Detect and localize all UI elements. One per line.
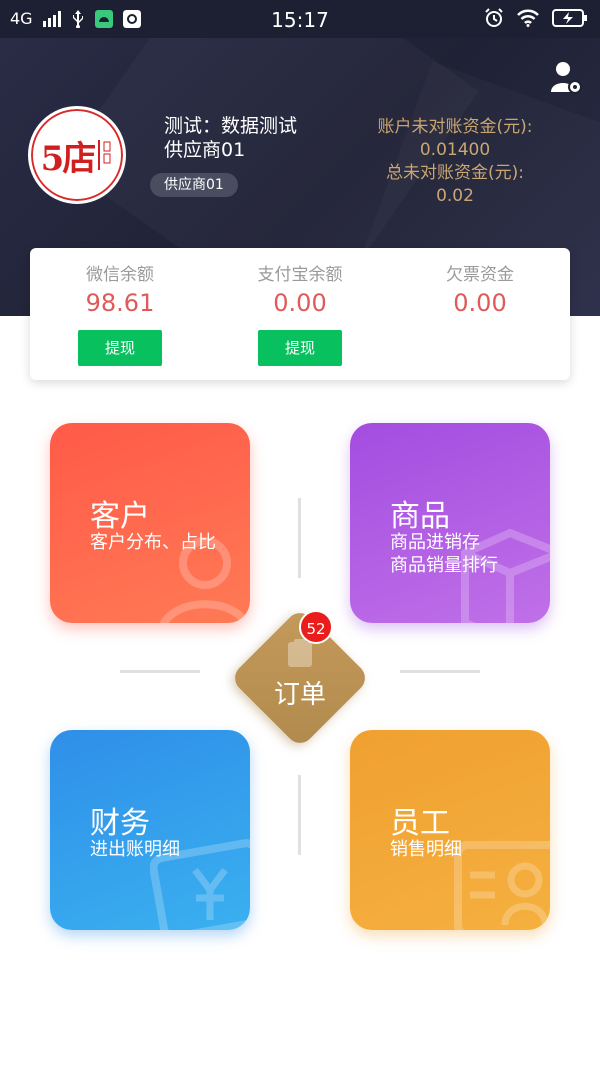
divider-left xyxy=(120,670,200,673)
customer-tile[interactable]: 客户 客户分布、占比 xyxy=(50,423,250,623)
customer-subtitle: 客户分布、占比 xyxy=(90,532,216,553)
alipay-withdraw-button[interactable]: 提现 xyxy=(258,330,342,366)
shop-name-line1: 测试：数据测试 xyxy=(164,115,298,137)
logo-divider xyxy=(98,140,101,170)
finance-title: 财务 xyxy=(90,806,150,841)
staff-tile[interactable]: 员工 销售明细 xyxy=(350,730,550,930)
wechat-withdraw-button[interactable]: 提现 xyxy=(78,330,162,366)
store-logo: 5店 xyxy=(28,106,126,204)
divider-right xyxy=(400,670,480,673)
unreconciled-funds: 账户未对账资金(元): 0.01400 总未对账资金(元): 0.02 xyxy=(360,116,550,208)
goods-subtitle-2: 商品销量排行 xyxy=(390,555,498,576)
customer-title: 客户 xyxy=(90,499,150,534)
balance-card: 微信余额 98.61 提现 支付宝余额 0.00 提现 欠票资金 0.00 xyxy=(30,248,570,380)
staff-watermark-icon xyxy=(454,841,550,930)
divider-bottom xyxy=(298,775,301,855)
shop-name-line2: 供应商01 xyxy=(164,139,246,161)
user-settings-icon[interactable] xyxy=(550,60,582,94)
logo-text: 5店 xyxy=(40,138,97,179)
alarm-icon xyxy=(485,8,503,27)
staff-title: 员工 xyxy=(390,806,450,841)
invoice-owed-label: 欠票资金 xyxy=(446,265,514,285)
unreconciled-label: 账户未对账资金(元): xyxy=(377,117,533,137)
shop-name: 测试：数据测试 供应商01 xyxy=(164,114,297,162)
alipay-balance: 支付宝余额 0.00 xyxy=(210,260,390,317)
invoice-owed-funds: 欠票资金 0.00 xyxy=(390,260,570,317)
supplier-tag: 供应商01 xyxy=(150,173,238,197)
goods-title: 商品 xyxy=(390,499,450,534)
divider-top xyxy=(298,498,301,578)
wechat-balance: 微信余额 98.61 xyxy=(30,260,210,317)
battery-charging-icon xyxy=(552,9,587,27)
staff-subtitle: 销售明细 xyxy=(390,839,462,860)
status-bar: 4G 15:17 xyxy=(0,0,600,38)
order-label: 订单 xyxy=(273,680,326,710)
goods-subtitle-1: 商品进销存 xyxy=(390,532,480,553)
total-unreconciled-value: 0.02 xyxy=(436,186,474,206)
total-unreconciled-label: 总未对账资金(元): xyxy=(386,163,524,183)
unreconciled-value: 0.01400 xyxy=(419,140,491,160)
wechat-balance-label: 微信余额 xyxy=(86,265,154,285)
logo-mark xyxy=(103,141,113,169)
finance-subtitle: 进出账明细 xyxy=(90,839,180,860)
wechat-balance-value: 98.61 xyxy=(85,289,155,317)
finance-tile[interactable]: 财务 进出账明细 xyxy=(50,730,250,930)
order-count-badge: 52 xyxy=(299,610,333,644)
status-right xyxy=(484,8,588,28)
alipay-balance-value: 0.00 xyxy=(273,289,327,317)
invoice-owed-value: 0.00 xyxy=(453,289,507,317)
wifi-icon xyxy=(517,9,539,27)
order-button[interactable]: 订单 xyxy=(250,628,350,728)
alipay-balance-label: 支付宝余额 xyxy=(257,265,343,285)
goods-tile[interactable]: 商品 商品进销存 商品销量排行 xyxy=(350,423,550,623)
